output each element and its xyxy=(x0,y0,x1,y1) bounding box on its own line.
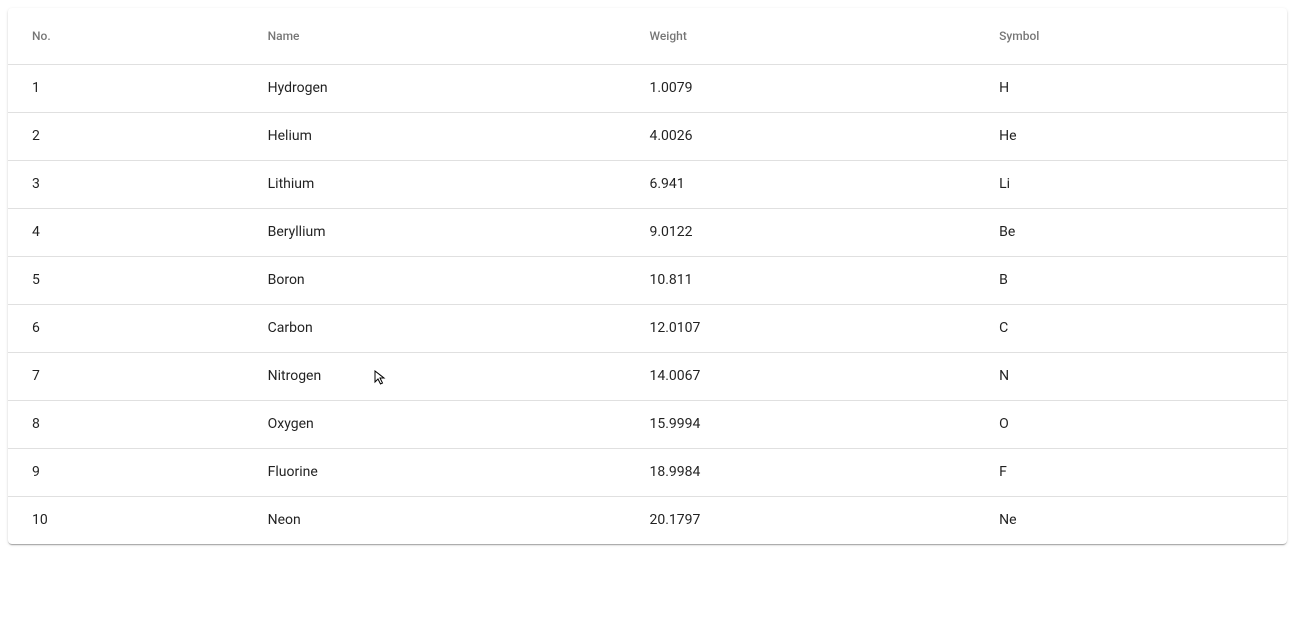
cell-symbol: He xyxy=(975,112,1287,160)
table-row[interactable]: 5Boron10.811B xyxy=(8,256,1287,304)
cell-name: Nitrogen xyxy=(244,352,626,400)
cell-weight: 4.0026 xyxy=(626,112,976,160)
cell-no: 7 xyxy=(8,352,244,400)
cell-weight: 14.0067 xyxy=(626,352,976,400)
cell-name: Boron xyxy=(244,256,626,304)
column-header-no[interactable]: No. xyxy=(8,8,244,64)
cell-name: Carbon xyxy=(244,304,626,352)
table-row[interactable]: 10Neon20.1797Ne xyxy=(8,496,1287,544)
cell-no: 10 xyxy=(8,496,244,544)
column-header-weight[interactable]: Weight xyxy=(626,8,976,64)
table-row[interactable]: 4Beryllium9.0122Be xyxy=(8,208,1287,256)
cell-weight: 6.941 xyxy=(626,160,976,208)
cell-weight: 20.1797 xyxy=(626,496,976,544)
table-row[interactable]: 8Oxygen15.9994O xyxy=(8,400,1287,448)
cell-name: Oxygen xyxy=(244,400,626,448)
cell-no: 8 xyxy=(8,400,244,448)
cell-no: 1 xyxy=(8,64,244,112)
elements-table: No. Name Weight Symbol 1Hydrogen1.0079H2… xyxy=(8,8,1287,544)
cell-symbol: Li xyxy=(975,160,1287,208)
cell-weight: 9.0122 xyxy=(626,208,976,256)
cell-name: Neon xyxy=(244,496,626,544)
column-header-name[interactable]: Name xyxy=(244,8,626,64)
cell-name: Lithium xyxy=(244,160,626,208)
elements-table-container: No. Name Weight Symbol 1Hydrogen1.0079H2… xyxy=(8,8,1287,544)
cell-name: Beryllium xyxy=(244,208,626,256)
cell-no: 6 xyxy=(8,304,244,352)
cell-no: 3 xyxy=(8,160,244,208)
cell-symbol: B xyxy=(975,256,1287,304)
cell-no: 9 xyxy=(8,448,244,496)
cell-no: 5 xyxy=(8,256,244,304)
cell-symbol: O xyxy=(975,400,1287,448)
cell-symbol: Ne xyxy=(975,496,1287,544)
cell-symbol: C xyxy=(975,304,1287,352)
table-row[interactable]: 6Carbon12.0107C xyxy=(8,304,1287,352)
table-row[interactable]: 3Lithium6.941Li xyxy=(8,160,1287,208)
table-row[interactable]: 2Helium4.0026He xyxy=(8,112,1287,160)
cell-symbol: N xyxy=(975,352,1287,400)
cell-weight: 15.9994 xyxy=(626,400,976,448)
cell-weight: 10.811 xyxy=(626,256,976,304)
table-header-row: No. Name Weight Symbol xyxy=(8,8,1287,64)
table-row[interactable]: 9Fluorine18.9984F xyxy=(8,448,1287,496)
cell-name: Helium xyxy=(244,112,626,160)
cell-weight: 1.0079 xyxy=(626,64,976,112)
cell-name: Hydrogen xyxy=(244,64,626,112)
cell-symbol: Be xyxy=(975,208,1287,256)
cell-weight: 18.9984 xyxy=(626,448,976,496)
cell-symbol: H xyxy=(975,64,1287,112)
cell-no: 4 xyxy=(8,208,244,256)
cell-weight: 12.0107 xyxy=(626,304,976,352)
column-header-symbol[interactable]: Symbol xyxy=(975,8,1287,64)
cell-name: Fluorine xyxy=(244,448,626,496)
table-row[interactable]: 7Nitrogen14.0067N xyxy=(8,352,1287,400)
cell-no: 2 xyxy=(8,112,244,160)
cell-symbol: F xyxy=(975,448,1287,496)
table-row[interactable]: 1Hydrogen1.0079H xyxy=(8,64,1287,112)
